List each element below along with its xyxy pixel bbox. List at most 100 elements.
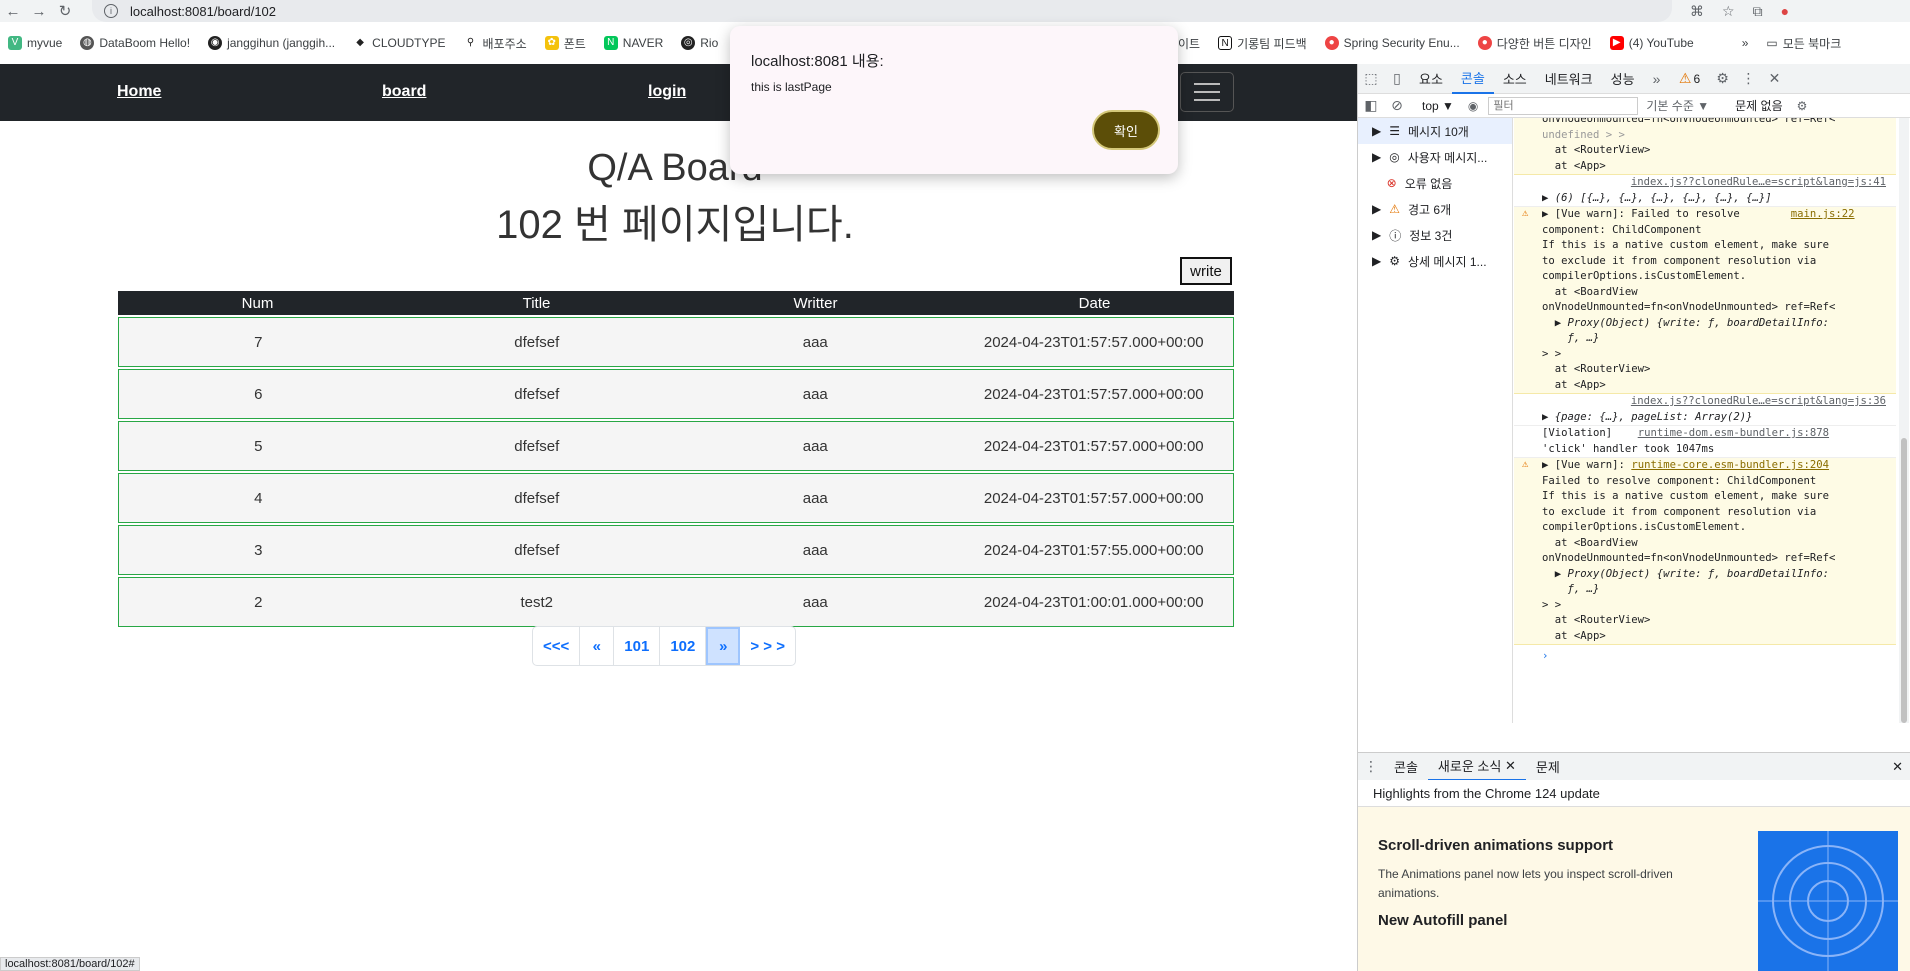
warning-counter[interactable]: ⚠ 6 — [1670, 64, 1710, 94]
more-tabs-icon[interactable]: » — [1644, 64, 1670, 94]
info-icon[interactable]: i — [104, 4, 118, 18]
write-button[interactable]: write — [1180, 257, 1232, 285]
nav-login-link[interactable]: login — [648, 83, 686, 101]
bookmark-rio[interactable]: ◎ Rio — [681, 36, 718, 50]
eye-icon[interactable]: ◉ — [1468, 99, 1478, 113]
column-header: Writter — [793, 294, 838, 312]
source-link[interactable]: main.js:22 — [1791, 208, 1855, 220]
sidebar-item-errors[interactable]: ⊗ 오류 없음 — [1358, 170, 1512, 196]
close-icon[interactable]: ✕ — [1762, 64, 1788, 94]
source-link[interactable]: index.js??clonedRule…e=script&lang=js:36 — [1514, 394, 1896, 410]
table-row[interactable]: 5 dfefsef aaa 2024-04-23T01:57:57.000+00:00 — [118, 421, 1234, 471]
tab-performance[interactable]: 성능 — [1602, 64, 1644, 94]
clear-console-icon[interactable]: ⊘ — [1384, 94, 1410, 118]
source-link[interactable]: runtime-core.esm-bundler.js:204 — [1631, 459, 1829, 471]
bookmark-site[interactable]: 이트 — [1178, 35, 1200, 52]
context-select[interactable]: top ▼ — [1422, 99, 1454, 113]
sidebar-item-verbose[interactable]: ▶ ⚙ 상세 메시지 1... — [1358, 248, 1512, 274]
table-row[interactable]: 4 dfefsef aaa 2024-04-23T01:57:57.000+00:00 — [118, 473, 1234, 523]
console-scrollbar[interactable] — [1899, 118, 1909, 723]
alert-ok-button[interactable]: 확인 — [1092, 110, 1160, 150]
settings-gear-icon[interactable]: ⚙ — [1710, 64, 1736, 94]
close-tab-icon[interactable]: ✕ — [1505, 758, 1516, 774]
last-page-link[interactable]: > > > — [740, 627, 795, 665]
warning-icon: ⚠ — [1522, 458, 1529, 470]
cell-writer: aaa — [802, 593, 828, 611]
bookmark-deploy[interactable]: ⚲ 배포주소 — [463, 35, 527, 52]
all-bookmarks[interactable]: ▭ 모든 북마크 — [1766, 35, 1841, 52]
news-description: The Animations panel now lets you inspec… — [1378, 867, 1673, 900]
star-icon[interactable]: ☆ — [1722, 3, 1735, 20]
bookmark-myvue[interactable]: Vmyvue — [8, 36, 62, 50]
kebab-menu-icon[interactable]: ⋮ — [1736, 64, 1762, 94]
news-title-link[interactable]: Scroll-driven animations support — [1378, 837, 1613, 854]
bookmark-buttons[interactable]: ● 다양한 버튼 디자인 — [1477, 35, 1592, 52]
source-link[interactable]: index.js??clonedRule…e=script&lang=js:41 — [1514, 175, 1896, 191]
menu-toggle-button[interactable] — [1180, 72, 1234, 112]
reload-icon[interactable]: ↻ — [52, 0, 78, 22]
bookmark-spring[interactable]: ● Spring Security Enu... — [1324, 36, 1460, 50]
source-link[interactable]: runtime-dom.esm-bundler.js:878 — [1638, 427, 1829, 439]
table-row[interactable]: 6 dfefsef aaa 2024-04-23T01:57:57.000+00:00 — [118, 369, 1234, 419]
error-icon: ⊗ — [1386, 176, 1397, 190]
log-level-select[interactable]: 기본 수준 ▼ — [1646, 97, 1709, 114]
console-sidebar: ▶ ☰ 메시지 10개 ▶ ◎ 사용자 메시지... ⊗ 오류 없음 ▶ ⚠ 경고 6개… — [1358, 118, 1513, 723]
drawer-menu-icon[interactable]: ⋮ — [1358, 753, 1384, 781]
column-header: Date — [1078, 294, 1111, 312]
table-row[interactable]: 2 test2 aaa 2024-04-23T01:00:01.000+00:00 — [118, 577, 1234, 627]
bookmark-cloudtype[interactable]: ◆ CLOUDTYPE — [353, 36, 446, 50]
filter-input[interactable] — [1488, 96, 1639, 115]
first-page-link[interactable]: <<< — [533, 627, 581, 665]
sidebar-item-messages[interactable]: ▶ ☰ 메시지 10개 — [1358, 118, 1512, 144]
cell-date: 2024-04-23T01:00:01.000+00:00 — [983, 593, 1204, 611]
sidebar-item-warnings[interactable]: ▶ ⚠ 경고 6개 — [1358, 196, 1512, 222]
bookmark-feedback[interactable]: N 기롱팀 피드백 — [1218, 35, 1307, 52]
cell-writer: aaa — [802, 489, 828, 507]
console-prompt[interactable]: › — [1514, 645, 1896, 665]
url-field[interactable]: i localhost:8081/board/102 — [92, 0, 1672, 22]
drawer-tab-whats-new[interactable]: 새로운 소식 ✕ — [1427, 753, 1526, 781]
close-drawer-icon[interactable]: ✕ — [1892, 759, 1910, 775]
console-message: ⚠ ▶ [Vue warn]: Failed to resolve main.j… — [1514, 207, 1896, 394]
next-page-link[interactable]: » — [706, 627, 741, 665]
sidebar-toggle-icon[interactable]: ◧ — [1358, 94, 1384, 118]
sidebar-item-user-messages[interactable]: ▶ ◎ 사용자 메시지... — [1358, 144, 1512, 170]
forward-icon[interactable]: → — [26, 0, 52, 22]
tab-sources[interactable]: 소스 — [1494, 64, 1536, 94]
extensions-icon[interactable]: ⧉ — [1753, 3, 1763, 20]
nav-board-link[interactable]: board — [382, 83, 426, 101]
spring-icon: ● — [1324, 36, 1339, 50]
prev-page-link[interactable]: « — [580, 627, 615, 665]
news-title-link[interactable]: New Autofill panel — [1378, 912, 1507, 929]
drawer-tab-console[interactable]: 콘솔 — [1384, 753, 1428, 781]
profile-icon[interactable]: ● — [1781, 3, 1789, 19]
bookmark-youtube[interactable]: ▶ (4) YouTube — [1609, 36, 1694, 50]
scrollbar-thumb[interactable] — [1901, 438, 1907, 723]
bookmark-font[interactable]: ✿ 폰트 — [544, 35, 586, 52]
device-toolbar-icon[interactable]: ▯ — [1384, 64, 1410, 94]
nav-home-link[interactable]: Home — [117, 83, 161, 101]
more-bookmarks-icon[interactable]: » — [1742, 36, 1749, 50]
tab-console[interactable]: 콘솔 — [1451, 64, 1494, 94]
translate-icon[interactable]: ⌘ — [1690, 3, 1704, 20]
console-settings-icon[interactable]: ⚙ — [1797, 99, 1808, 113]
table-row[interactable]: 7 dfefsef aaa 2024-04-23T01:57:57.000+00:00 — [118, 317, 1234, 367]
bookmark-github[interactable]: ◉ janggihun (janggih... — [208, 36, 335, 50]
table-row[interactable]: 3 dfefsef aaa 2024-04-23T01:57:55.000+00:00 — [118, 525, 1234, 575]
naver-icon: N — [603, 36, 618, 50]
bookmark-naver[interactable]: N NAVER — [603, 36, 663, 50]
cell-title: test2 — [520, 593, 554, 611]
tab-network[interactable]: 네트워크 — [1536, 64, 1602, 94]
font-icon: ✿ — [544, 36, 559, 50]
tab-elements[interactable]: 요소 — [1410, 64, 1452, 94]
page-link-102[interactable]: 102 — [660, 627, 707, 665]
issues-indicator[interactable]: 문제 없음 — [1735, 97, 1783, 114]
console-toolbar: ◧ ⊘ top ▼ ◉ 기본 수준 ▼ 문제 없음 ⚙ — [1358, 94, 1910, 118]
bookmark-databoom[interactable]: ◍ DataBoom Hello! — [80, 36, 190, 50]
sidebar-item-info[interactable]: ▶ ⓘ 정보 3건 — [1358, 222, 1512, 248]
user-icon: ◎ — [1389, 150, 1400, 164]
page-link-101[interactable]: 101 — [614, 627, 661, 665]
back-icon[interactable]: ← — [0, 0, 26, 22]
inspect-icon[interactable]: ⬚ — [1358, 64, 1384, 94]
drawer-tab-issues[interactable]: 문제 — [1526, 753, 1570, 781]
